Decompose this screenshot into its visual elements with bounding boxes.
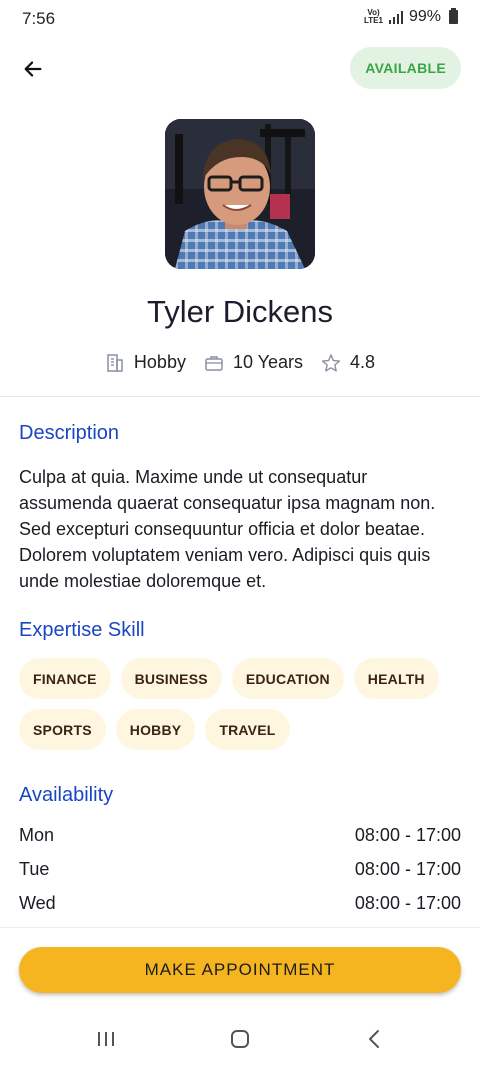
status-icons: Vo) LTE1 99% (364, 8, 458, 26)
system-back-button[interactable] (354, 1024, 394, 1054)
briefcase-icon (205, 355, 223, 371)
availability-day: Wed (19, 893, 56, 913)
skill-chip[interactable]: SPORTS (19, 709, 106, 750)
home-icon (231, 1030, 249, 1048)
skills-list: FINANCE BUSINESS EDUCATION HEALTH SPORTS… (19, 658, 464, 750)
description-title: Description (19, 422, 120, 444)
experience-info: 10 Years (204, 352, 303, 373)
skill-chip[interactable]: FINANCE (19, 658, 111, 699)
bottom-divider (0, 927, 480, 928)
back-button[interactable] (16, 52, 50, 86)
availability-hours: 08:00 - 17:00 (354, 859, 461, 879)
star-icon (321, 353, 341, 372)
experience-label: 10 Years (232, 352, 304, 372)
availability-title: Availability (19, 784, 114, 806)
availability-day: Mon (19, 825, 55, 845)
availability-day: Tue (19, 859, 50, 879)
profile-photo (165, 119, 315, 269)
availability-row: Tue 08:00 - 17:00 (19, 859, 461, 880)
status-time: 7:56 (22, 9, 56, 28)
availability-row: Mon 08:00 - 17:00 (19, 825, 461, 846)
battery-percent: 99% (408, 8, 441, 25)
avatar (165, 119, 315, 269)
skill-chip[interactable]: BUSINESS (120, 658, 222, 699)
profile-meta: Hobby 10 Years 4.8 (0, 352, 480, 373)
skill-chip[interactable]: TRAVEL (205, 709, 290, 750)
building-icon (107, 353, 123, 372)
divider (0, 396, 480, 397)
status-badge: AVAILABLE (350, 47, 461, 89)
rating-info: 4.8 (321, 352, 375, 373)
recent-apps-button[interactable] (86, 1024, 126, 1054)
signal-icon (388, 10, 403, 24)
status-bar: 7:56 Vo) LTE1 99% (0, 0, 480, 36)
make-appointment-button[interactable]: MAKE APPOINTMENT (19, 947, 461, 993)
category-label: Hobby (133, 352, 186, 372)
skill-chip[interactable]: HEALTH (353, 658, 439, 699)
skill-chip[interactable]: EDUCATION (231, 658, 344, 699)
battery-icon (449, 8, 458, 24)
skills-title: Expertise Skill (19, 619, 145, 641)
description-text: Culpa at quia. Maxime unde ut consequatu… (19, 467, 436, 591)
availability-row: Wed 08:00 - 17:00 (19, 893, 461, 914)
category-info: Hobby (105, 352, 186, 373)
system-nav-bar (0, 1010, 480, 1067)
availability-hours: 08:00 - 17:00 (354, 825, 461, 845)
home-button[interactable] (220, 1024, 260, 1054)
skill-chip[interactable]: HOBBY (115, 709, 196, 750)
chevron-left-icon (369, 1030, 379, 1048)
arrow-left-icon (24, 61, 42, 77)
recent-apps-icon (98, 1032, 114, 1046)
expert-name: Tyler Dickens (146, 294, 334, 329)
availability-hours: 08:00 - 17:00 (354, 893, 461, 913)
volte-icon: Vo) LTE1 (364, 8, 383, 25)
rating-value: 4.8 (350, 352, 376, 372)
